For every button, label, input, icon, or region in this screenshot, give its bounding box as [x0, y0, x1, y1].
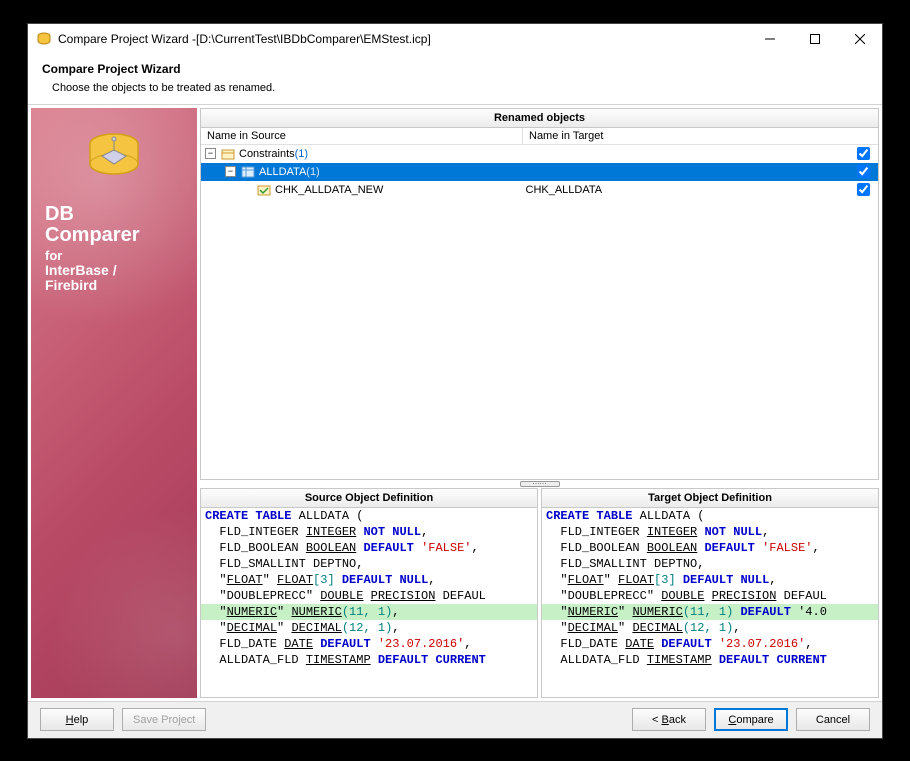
code-line: FLD_DATE DATE DEFAULT '23.07.2016', — [201, 636, 537, 652]
row-checkbox[interactable] — [857, 147, 870, 160]
wizard-subtitle: Choose the objects to be treated as rena… — [52, 82, 868, 94]
product-name: DB Comparer for InterBase / Firebird — [31, 204, 197, 294]
wizard-window: Compare Project Wizard -[D:\CurrentTest\… — [27, 23, 883, 739]
window-title: Compare Project Wizard -[D:\CurrentTest\… — [58, 32, 747, 46]
code-line: FLD_SMALLINT DEPTNO, — [201, 556, 537, 572]
col-source[interactable]: Name in Source — [201, 128, 523, 145]
close-button[interactable] — [837, 24, 882, 54]
collapse-icon[interactable]: − — [225, 166, 236, 177]
wizard-header: Compare Project Wizard Choose the object… — [28, 54, 882, 104]
main-panel: Renamed objects Name in Source Name in T… — [200, 108, 879, 698]
code-line: CREATE TABLE ALLDATA ( — [542, 508, 878, 524]
code-line: "FLOAT" FLOAT[3] DEFAULT NULL, — [542, 572, 878, 588]
code-line: FLD_DATE DATE DEFAULT '23.07.2016', — [542, 636, 878, 652]
back-button[interactable]: < Back — [632, 708, 706, 731]
code-line: FLD_BOOLEAN BOOLEAN DEFAULT 'FALSE', — [201, 540, 537, 556]
tree-header: Name in Source Name in Target — [200, 128, 879, 145]
constraint-icon — [256, 182, 272, 198]
maximize-button[interactable] — [792, 24, 837, 54]
collapse-icon[interactable]: − — [205, 148, 216, 159]
tree-row-chk-alldata[interactable]: CHK_ALLDATA_NEW CHK_ALLDATA — [201, 181, 878, 199]
code-line: "FLOAT" FLOAT[3] DEFAULT NULL, — [201, 572, 537, 588]
code-line: FLD_BOOLEAN BOOLEAN DEFAULT 'FALSE', — [542, 540, 878, 556]
code-line: "DOUBLEPRECC" DOUBLE PRECISION DEFAUL — [201, 588, 537, 604]
source-def-header: Source Object Definition — [200, 488, 538, 508]
code-line: CREATE TABLE ALLDATA ( — [201, 508, 537, 524]
cancel-button[interactable]: Cancel — [796, 708, 870, 731]
target-def-header: Target Object Definition — [541, 488, 879, 508]
tree-row-constraints[interactable]: − Constraints (1) — [201, 145, 878, 163]
row-checkbox[interactable] — [857, 165, 870, 178]
definition-panels: Source Object Definition CREATE TABLE AL… — [200, 488, 879, 698]
help-button[interactable]: Help — [40, 708, 114, 731]
col-target[interactable]: Name in Target — [523, 128, 844, 145]
renamed-objects-header: Renamed objects — [200, 108, 879, 128]
tree-label: CHK_ALLDATA_NEW — [275, 184, 383, 196]
footer: Help Save Project < Back Compare Cancel — [28, 702, 882, 738]
tree-area[interactable]: − Constraints (1) − ALLDATA (1) — [200, 145, 879, 480]
table-icon — [240, 164, 256, 180]
titlebar[interactable]: Compare Project Wizard -[D:\CurrentTest\… — [28, 24, 882, 54]
code-line: ALLDATA_FLD TIMESTAMP DEFAULT CURRENT — [542, 652, 878, 668]
horizontal-splitter[interactable]: ⋯⋯ — [200, 480, 879, 488]
content-area: DB Comparer for InterBase / Firebird Ren… — [28, 104, 882, 702]
code-line: ALLDATA_FLD TIMESTAMP DEFAULT CURRENT — [201, 652, 537, 668]
tree-row-alldata[interactable]: − ALLDATA (1) — [201, 163, 878, 181]
tree-label: Constraints — [239, 148, 295, 160]
source-def-code[interactable]: CREATE TABLE ALLDATA ( FLD_INTEGER INTEG… — [200, 508, 538, 698]
code-line: FLD_SMALLINT DEPTNO, — [542, 556, 878, 572]
save-project-button[interactable]: Save Project — [122, 708, 206, 731]
app-icon — [36, 31, 52, 47]
code-line: FLD_INTEGER INTEGER NOT NULL, — [542, 524, 878, 540]
code-line: "DOUBLEPRECC" DOUBLE PRECISION DEFAUL — [542, 588, 878, 604]
code-line: "NUMERIC" NUMERIC(11, 1), — [201, 604, 537, 620]
product-logo — [82, 126, 146, 190]
tree-label: ALLDATA — [259, 166, 306, 178]
splitter-grip-icon: ⋯⋯ — [520, 481, 560, 487]
tree-target-label: CHK_ALLDATA — [524, 184, 849, 196]
compare-button[interactable]: Compare — [714, 708, 788, 731]
constraints-icon — [220, 146, 236, 162]
sidebar: DB Comparer for InterBase / Firebird — [31, 108, 197, 698]
target-def-code[interactable]: CREATE TABLE ALLDATA ( FLD_INTEGER INTEG… — [541, 508, 879, 698]
code-line: FLD_INTEGER INTEGER NOT NULL, — [201, 524, 537, 540]
wizard-title: Compare Project Wizard — [42, 62, 868, 76]
row-checkbox[interactable] — [857, 183, 870, 196]
code-line: "DECIMAL" DECIMAL(12, 1), — [201, 620, 537, 636]
code-line: "DECIMAL" DECIMAL(12, 1), — [542, 620, 878, 636]
minimize-button[interactable] — [747, 24, 792, 54]
code-line: "NUMERIC" NUMERIC(11, 1) DEFAULT '4.0 — [542, 604, 878, 620]
